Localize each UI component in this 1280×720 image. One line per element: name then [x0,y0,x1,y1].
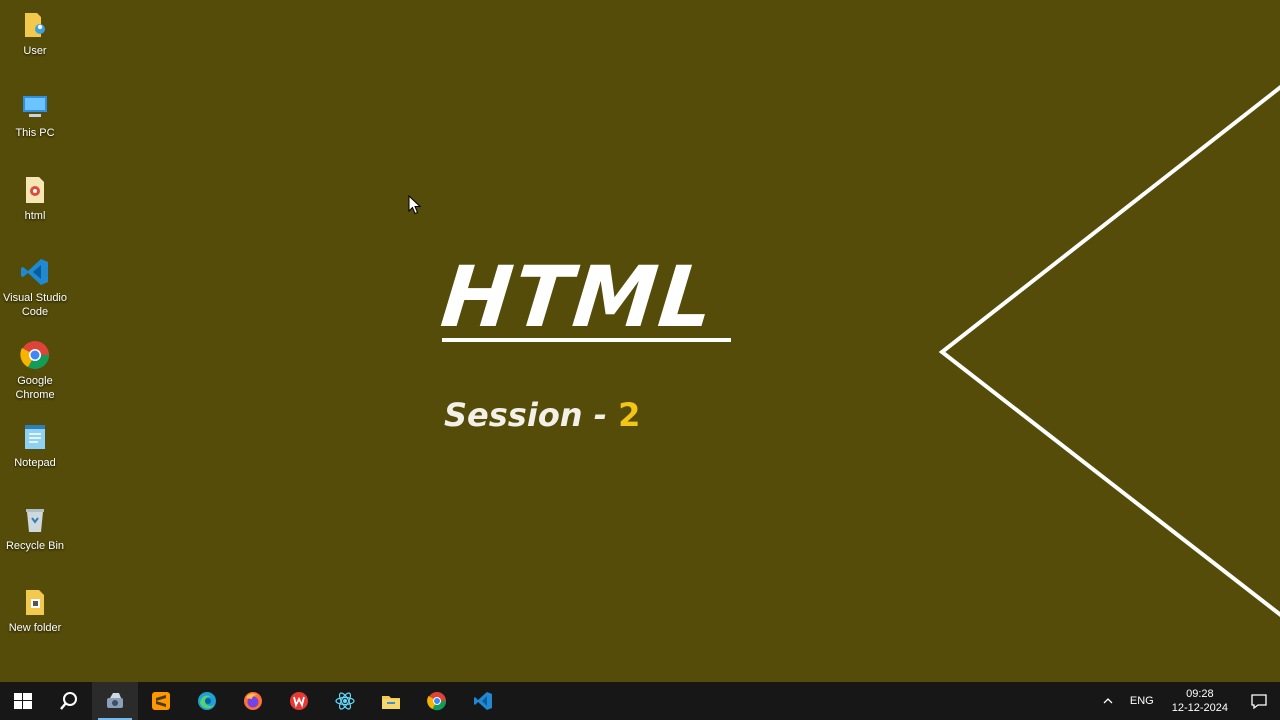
taskbar-app-file-explorer[interactable] [368,682,414,720]
taskbar-app-firefox[interactable] [230,682,276,720]
desktop-icon-user[interactable]: User [0,8,70,58]
search-button[interactable] [46,682,92,720]
taskbar-app-react[interactable] [322,682,368,720]
react-icon [335,692,355,710]
desktop-icon-notepad[interactable]: Notepad [0,420,70,470]
desktop-icon-chrome[interactable]: Google Chrome [0,338,70,402]
firefox-icon [244,692,262,710]
desktop-icon-label: New folder [8,622,62,634]
desktop-icon-label: Recycle Bin [5,540,65,552]
desktop-icon-label: Visual Studio Code [2,292,67,318]
desktop-icon-recycle-bin[interactable]: Recycle Bin [0,503,70,553]
taskbar-app-chrome[interactable] [414,682,460,720]
show-hidden-icons-button[interactable] [1094,682,1122,720]
taskbar: ENG 09:28 12-12-2024 [0,682,1280,720]
desktop-icon-this-pc[interactable]: This PC [0,90,70,140]
html-file-icon [18,173,52,207]
slide-title: HTML [436,248,720,346]
session-number: 2 [618,396,641,434]
start-button[interactable] [0,682,46,720]
desktop-icon-label: This PC [15,127,55,139]
chevron-decoration [938,85,1280,617]
desktop-icon-label: Notepad [14,457,56,469]
sublime-text-icon [152,692,170,710]
user-folder-icon [18,8,52,42]
subtitle-text: Session - [444,396,619,434]
desktop-icon-html[interactable]: html [0,173,70,223]
file-explorer-icon [382,696,400,709]
snipping-tool-icon [107,693,123,708]
folder-icon [18,585,52,619]
clock-date: 12-12-2024 [1171,702,1228,714]
notepad-icon [18,420,52,454]
system-tray: ENG 09:28 12-12-2024 [1094,682,1280,720]
taskbar-app-sublime-text[interactable] [138,682,184,720]
desktop-icon-vscode[interactable]: Visual Studio Code [0,255,70,319]
vscode-icon [18,255,52,289]
wps-office-icon [290,692,308,710]
recycle-bin-icon [18,503,52,537]
language-indicator[interactable]: ENG [1122,682,1162,720]
title-underline [442,338,731,342]
desktop-icon-new-folder[interactable]: New folder [0,585,70,635]
clock[interactable]: 09:28 12-12-2024 [1162,687,1238,715]
slide-subtitle: Session - 2 [444,396,640,434]
chrome-icon [18,338,52,372]
desktop-icon-label: User [23,45,47,57]
computer-icon [18,90,52,124]
taskbar-app-wps-office[interactable] [276,682,322,720]
clock-time: 09:28 [1186,688,1214,700]
taskbar-app-edge[interactable] [184,682,230,720]
search-icon [60,692,77,710]
start-icon [14,693,32,709]
notification-icon [1251,694,1267,710]
desktop-icon-label: html [24,210,46,222]
mouse-cursor-icon [408,195,422,215]
chrome-icon [427,692,447,711]
vscode-icon [474,692,492,710]
taskbar-app-snipping-tool[interactable] [92,682,138,720]
chevron-up-icon [1103,698,1113,704]
notifications-button[interactable] [1238,682,1280,720]
edge-icon [198,692,216,710]
taskbar-app-vscode[interactable] [460,682,506,720]
desktop-icon-label: Google Chrome [15,375,55,401]
